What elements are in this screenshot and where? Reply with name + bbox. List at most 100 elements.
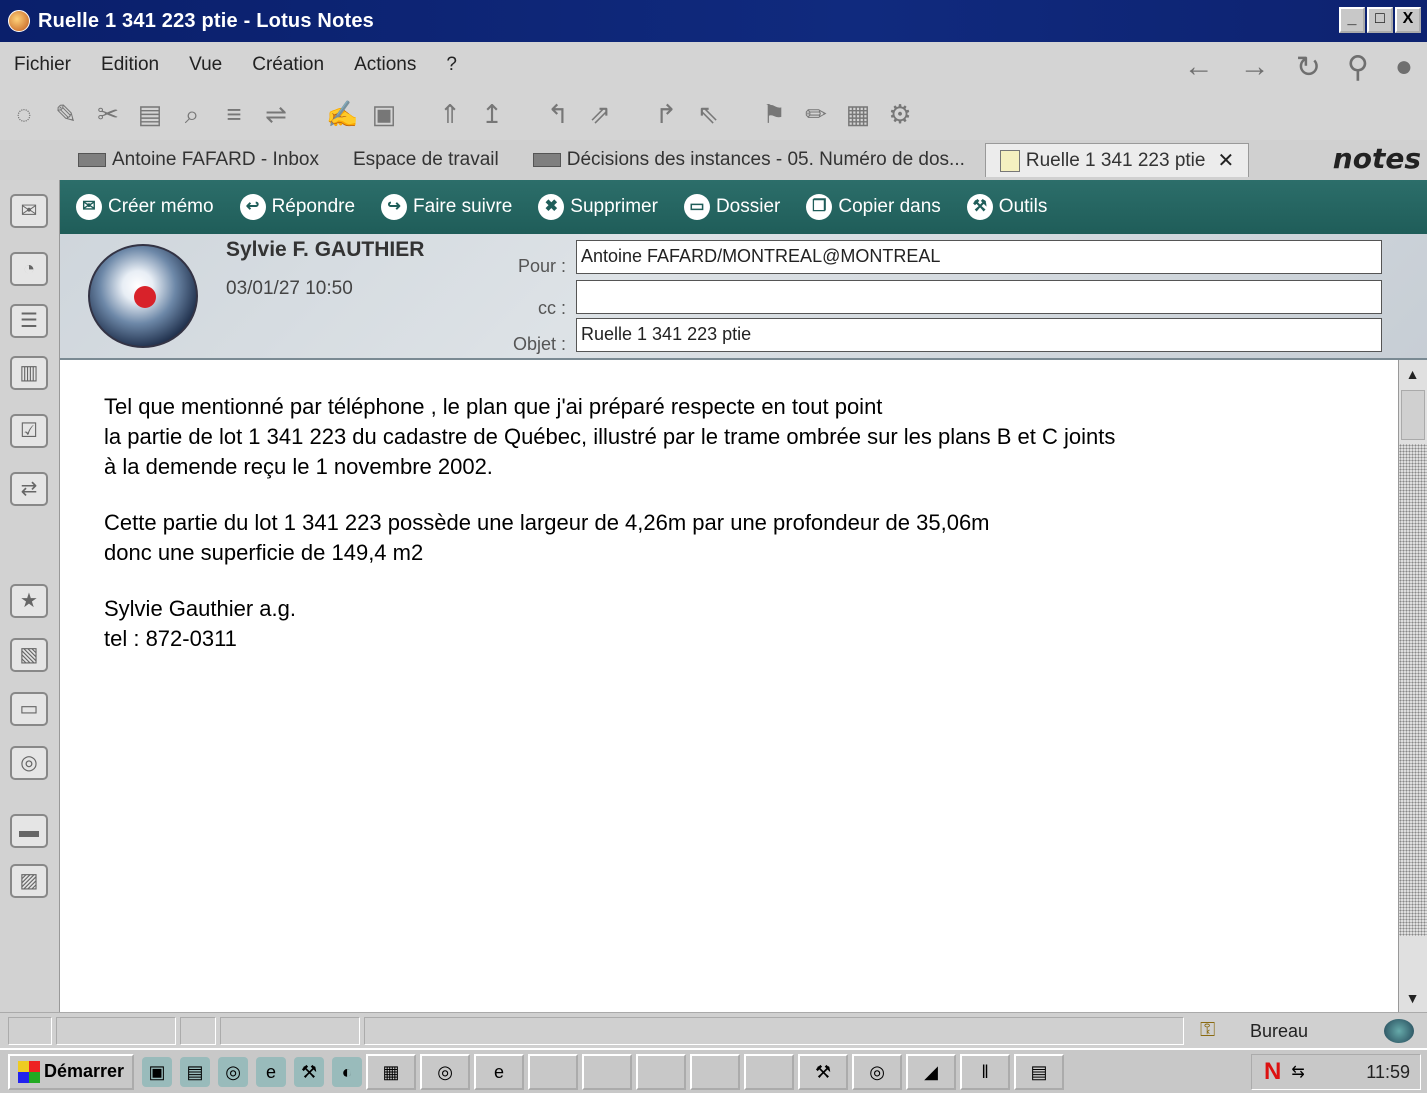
- align-icon[interactable]: ≡: [218, 98, 250, 130]
- replicator-icon[interactable]: ⇄: [10, 472, 48, 506]
- address-book-icon[interactable]: ☰: [10, 304, 48, 338]
- move-top-icon[interactable]: ↥: [476, 98, 508, 130]
- taskbar-app-button[interactable]: [690, 1053, 741, 1090]
- taskbar-app-button[interactable]: [528, 1053, 579, 1090]
- taskbar-app-button[interactable]: ◎: [852, 1053, 903, 1090]
- tab-workspace[interactable]: Espace de travail: [339, 143, 513, 177]
- to-field[interactable]: Antoine FAFARD/MONTREAL@MONTREAL: [576, 240, 1382, 274]
- notes-tray-icon[interactable]: N: [1264, 1058, 1281, 1086]
- subject-field[interactable]: Ruelle 1 341 223 ptie: [576, 318, 1382, 352]
- web-icon[interactable]: ◎: [10, 746, 48, 780]
- taskbar-app-button[interactable]: ▤: [1014, 1053, 1065, 1090]
- links-icon[interactable]: ▬: [10, 814, 48, 848]
- stop-icon[interactable]: ●: [1395, 50, 1413, 85]
- menu-fichier[interactable]: Fichier: [14, 54, 71, 76]
- taskbar-app-button[interactable]: ◢: [906, 1053, 957, 1090]
- key-icon[interactable]: ⚿: [1200, 1019, 1215, 1042]
- taskbar-app-button[interactable]: ⚒: [798, 1053, 849, 1090]
- forward-arrow-icon[interactable]: →: [1240, 50, 1270, 85]
- find-icon[interactable]: ⌕: [176, 98, 208, 130]
- location-label[interactable]: Bureau: [1250, 1021, 1308, 1042]
- cc-field[interactable]: [576, 280, 1382, 314]
- copy-into-button[interactable]: ❐ Copier dans: [806, 194, 941, 220]
- taskbar-app-button[interactable]: [582, 1053, 633, 1090]
- scroll-up-icon[interactable]: ▲: [1399, 360, 1426, 388]
- status-segment[interactable]: [180, 1017, 216, 1045]
- tab-current-document[interactable]: Ruelle 1 341 223 ptie ✕: [984, 143, 1250, 177]
- taskbar-app-button[interactable]: ‖: [960, 1053, 1011, 1090]
- tools-button[interactable]: ⚒ Outils: [966, 194, 1047, 220]
- attach-icon[interactable]: ▣: [368, 98, 400, 130]
- refresh-icon[interactable]: ↻: [1296, 50, 1321, 85]
- status-segment[interactable]: [56, 1017, 176, 1045]
- taskbar-app-button[interactable]: [744, 1053, 795, 1090]
- tab-inbox[interactable]: Antoine FAFARD - Inbox: [64, 143, 333, 177]
- tag-icon[interactable]: ✏: [800, 98, 832, 130]
- menu-actions[interactable]: Actions: [354, 54, 416, 76]
- menu-vue[interactable]: Vue: [189, 54, 222, 76]
- folder-move-icon[interactable]: ▦: [842, 98, 874, 130]
- unread-next-icon[interactable]: ⇖: [692, 98, 724, 130]
- unread-previous-icon[interactable]: ↱: [650, 98, 682, 130]
- inbox-icon: [78, 153, 106, 167]
- mail-icon[interactable]: ✉: [10, 194, 48, 228]
- explorer-icon[interactable]: ▤: [180, 1056, 211, 1087]
- action-label: Faire suivre: [413, 196, 513, 217]
- start-button[interactable]: Démarrer: [8, 1053, 135, 1090]
- network-tray-icon[interactable]: ⇆: [1291, 1062, 1304, 1082]
- taskbar-app-button[interactable]: e: [474, 1053, 525, 1090]
- browser-icon[interactable]: e: [256, 1056, 287, 1087]
- vertical-scrollbar[interactable]: ▲ ▼: [1398, 360, 1427, 1012]
- tab-decisions[interactable]: Décisions des instances - 05. Numéro de …: [519, 143, 979, 177]
- paste-icon[interactable]: ▤: [134, 98, 166, 130]
- link-icon[interactable]: ⇌: [260, 98, 292, 130]
- menu-help[interactable]: ?: [446, 54, 457, 76]
- calendar-icon[interactable]: ◔: [10, 252, 48, 286]
- reply-button[interactable]: ↩ Répondre: [239, 194, 355, 220]
- previous-icon[interactable]: ↰: [542, 98, 574, 130]
- replication-icon[interactable]: [1384, 1019, 1414, 1043]
- minimize-button[interactable]: _: [1339, 7, 1365, 33]
- delete-button[interactable]: ✖ Supprimer: [538, 194, 658, 220]
- taskbar-app-button[interactable]: ▦: [366, 1053, 417, 1090]
- categorize-icon[interactable]: ⚙: [884, 98, 916, 130]
- next-icon[interactable]: ⇗: [584, 98, 616, 130]
- clock: 11:59: [1366, 1061, 1410, 1082]
- databases-icon[interactable]: ▧: [10, 638, 48, 672]
- tool-icon[interactable]: ⚒: [294, 1056, 325, 1087]
- status-segment[interactable]: [8, 1017, 52, 1045]
- journal-icon[interactable]: ▥: [10, 356, 48, 390]
- desktop-icon[interactable]: ▣: [142, 1056, 173, 1087]
- more-bookmarks-icon[interactable]: ▨: [10, 864, 48, 898]
- search-icon[interactable]: ⚲: [1347, 50, 1369, 85]
- open-icon[interactable]: ◌: [8, 98, 40, 130]
- action-label: Dossier: [715, 196, 781, 217]
- mark-icon[interactable]: ⚑: [758, 98, 790, 130]
- scroll-thumb[interactable]: [1401, 390, 1425, 440]
- status-segment[interactable]: [220, 1017, 360, 1045]
- database-icon: [532, 153, 561, 167]
- edit-icon[interactable]: ✎: [50, 98, 82, 130]
- todo-icon[interactable]: ☑: [10, 414, 48, 448]
- folder-icon[interactable]: ▭: [10, 692, 48, 726]
- message-body[interactable]: Tel que mentionné par téléphone , le pla…: [60, 360, 1398, 1012]
- menu-creation[interactable]: Création: [252, 54, 324, 76]
- close-tab-icon[interactable]: ✕: [1217, 148, 1234, 173]
- lotus-icon[interactable]: ◎: [218, 1056, 249, 1087]
- cut-icon[interactable]: ✂: [92, 98, 124, 130]
- back-arrow-icon[interactable]: ←: [1184, 50, 1214, 85]
- pen-icon[interactable]: ✍: [326, 98, 358, 130]
- taskbar-app-button[interactable]: [636, 1053, 687, 1090]
- create-memo-button[interactable]: ✉ Créer mémo: [76, 194, 214, 220]
- move-up-icon[interactable]: ⇑: [434, 98, 466, 130]
- scroll-track[interactable]: [1399, 444, 1427, 936]
- close-window-button[interactable]: X: [1395, 7, 1421, 33]
- menu-edition[interactable]: Edition: [101, 54, 159, 76]
- globe-icon[interactable]: ◐: [332, 1056, 363, 1087]
- folder-button[interactable]: ▭ Dossier: [683, 194, 781, 220]
- forward-button[interactable]: ↪ Faire suivre: [381, 194, 512, 220]
- favorites-icon[interactable]: ★: [10, 584, 48, 618]
- taskbar-notes-button[interactable]: ◎: [420, 1053, 471, 1090]
- scroll-down-icon[interactable]: ▼: [1399, 984, 1426, 1012]
- maximize-button[interactable]: □: [1367, 7, 1393, 33]
